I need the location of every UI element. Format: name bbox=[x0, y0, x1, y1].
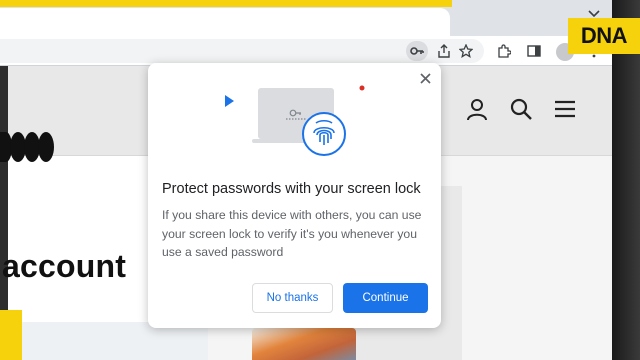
search-icon[interactable] bbox=[508, 96, 534, 122]
brand-logo-dots bbox=[0, 132, 54, 162]
menu-icon[interactable] bbox=[552, 96, 578, 122]
frame-left-bar bbox=[0, 310, 22, 360]
key-icon[interactable] bbox=[406, 41, 428, 61]
play-triangle-icon bbox=[225, 95, 234, 107]
fingerprint-icon bbox=[302, 112, 346, 156]
browser-toolbar bbox=[0, 36, 612, 66]
dna-logo: DNA bbox=[568, 18, 640, 54]
screenshot-stage: account DNA Protect passwords with your … bbox=[0, 0, 640, 360]
no-thanks-button[interactable]: No thanks bbox=[252, 283, 333, 313]
star-icon[interactable] bbox=[456, 41, 476, 61]
account-icon[interactable] bbox=[464, 96, 490, 122]
red-dot-icon bbox=[359, 85, 365, 91]
frame-top-bar bbox=[0, 0, 452, 7]
extensions-icon[interactable] bbox=[494, 41, 514, 61]
device-bezel bbox=[612, 0, 640, 360]
screen-lock-dialog: Protect passwords with your screen lock … bbox=[148, 63, 441, 328]
sidepanel-icon[interactable] bbox=[524, 41, 544, 61]
active-tab[interactable] bbox=[0, 8, 450, 36]
share-icon[interactable] bbox=[434, 41, 454, 61]
page-heading: account bbox=[2, 248, 127, 284]
continue-button[interactable]: Continue bbox=[343, 283, 428, 313]
password-illustration bbox=[225, 85, 365, 156]
dialog-body: If you share this device with others, yo… bbox=[162, 208, 422, 259]
dialog-title: Protect passwords with your screen lock bbox=[162, 181, 421, 197]
product-image bbox=[252, 328, 356, 360]
